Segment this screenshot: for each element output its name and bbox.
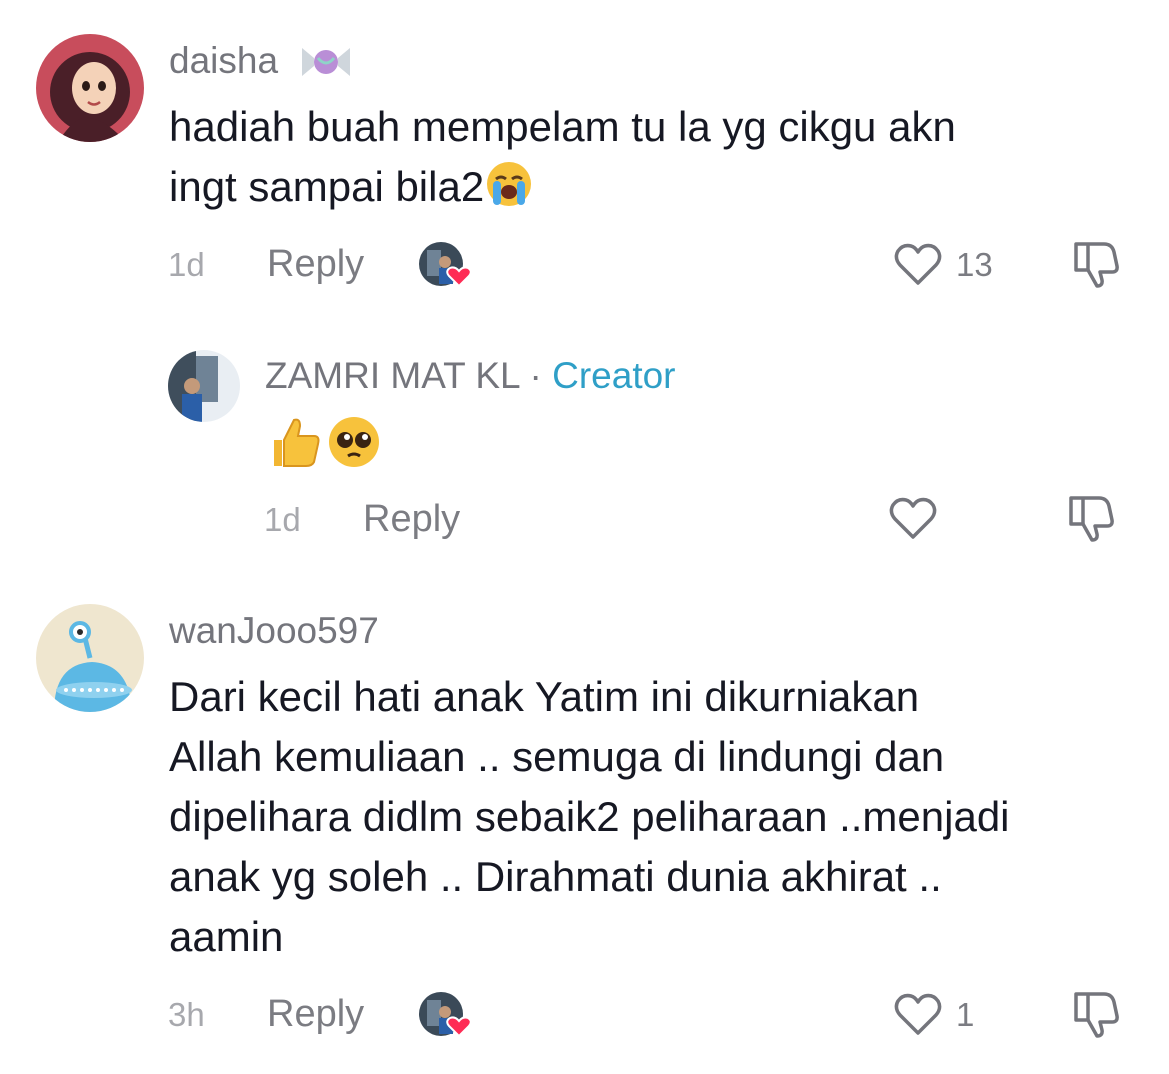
comment-time: 3h — [168, 996, 205, 1033]
thumbs-up-emoji — [266, 414, 322, 475]
heart-icon[interactable] — [893, 991, 943, 1042]
avatar[interactable] — [168, 350, 240, 422]
username[interactable]: wanJooo597 — [169, 612, 379, 649]
comment-text-line: Allah kemuliaan .. semuga di lindungi da… — [169, 733, 945, 780]
candy-icon — [300, 42, 352, 87]
reply-button[interactable]: Reply — [363, 500, 460, 538]
comment-text-line: hadiah buah mempelam tu la yg cikgu akn — [169, 103, 956, 150]
creator-label: Creator — [552, 355, 676, 396]
reply-time: 1d — [264, 501, 301, 538]
comment-time: 1d — [168, 246, 205, 283]
like-count: 13 — [956, 246, 993, 283]
reply-emojis — [266, 414, 382, 475]
dislike-icon[interactable] — [1070, 988, 1122, 1045]
loudly-crying-face-emoji — [484, 159, 534, 225]
heart-icon[interactable] — [893, 241, 943, 292]
avatar[interactable] — [36, 34, 144, 142]
comment-text: hadiah buah mempelam tu la yg cikgu akn … — [169, 97, 956, 225]
comment-text-line: aamin — [169, 913, 284, 960]
username[interactable]: daisha — [169, 42, 278, 79]
dislike-icon[interactable] — [1070, 238, 1122, 295]
comment-text-line: Dari kecil hati anak Yatim ini dikurniak… — [169, 673, 920, 720]
comment-text-line: dipelihara didlm sebaik2 peliharaan ..me… — [169, 793, 1010, 840]
heart-icon[interactable] — [888, 495, 938, 546]
comment-text-line: anak yg soleh .. Dirahmati dunia akhirat… — [169, 853, 942, 900]
reply-button[interactable]: Reply — [267, 995, 364, 1033]
creator-liked-badge — [417, 240, 475, 295]
like-count: 1 — [956, 996, 975, 1033]
username: ZAMRI MAT KL · Creator — [265, 357, 676, 394]
comment-text-line: ingt sampai bila2 — [169, 157, 956, 225]
reply-username[interactable]: ZAMRI MAT KL — [265, 355, 519, 396]
creator-liked-badge — [417, 990, 475, 1045]
separator: · — [529, 355, 542, 396]
comment-text: Dari kecil hati anak Yatim ini dikurniak… — [169, 667, 1010, 967]
dislike-icon[interactable] — [1065, 492, 1117, 549]
pleading-face-emoji — [326, 414, 382, 475]
reply-button[interactable]: Reply — [267, 245, 364, 283]
avatar[interactable] — [36, 604, 144, 712]
